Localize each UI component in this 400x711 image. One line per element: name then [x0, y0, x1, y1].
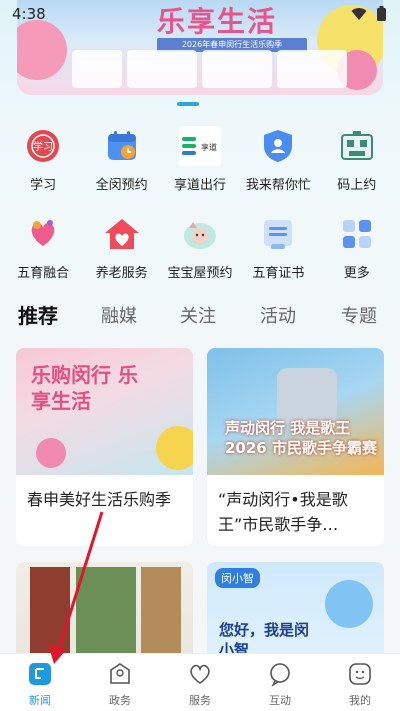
grid-item-education[interactable]: 五育融合 [4, 210, 82, 298]
grid-label: 我来帮你忙 [245, 178, 311, 193]
card-image [16, 562, 193, 662]
grid-label: 更多 [343, 266, 370, 281]
tabbar-profile[interactable]: 我的 [320, 654, 400, 711]
card-title: “声动闵行•我是歌王”市民歌手争… [218, 490, 348, 534]
service-grid-row: 五育融合 养老服务 宝宝屋预约 五育证书 更多 [0, 210, 400, 298]
tabbar-interaction[interactable]: 互动 [240, 654, 320, 711]
calendar-icon [102, 126, 142, 166]
tabbar-label: 服务 [189, 694, 211, 707]
ride-logo-text: 享道 [201, 142, 217, 152]
grid-label: 宝宝屋预约 [167, 266, 233, 281]
card-decoration [76, 567, 136, 657]
svg-text:学习: 学习 [33, 140, 53, 153]
service-grid-row: 学习 学习 全闵预约 享道 享道出行 我来帮你忙 码上约 [0, 122, 400, 210]
content-tabs: 推荐 融媒 关注 活动 专题 [0, 300, 400, 334]
elderly-house-icon [102, 214, 142, 254]
service-heart-icon [186, 660, 214, 688]
more-grid-icon [337, 214, 377, 254]
interaction-icon [266, 660, 294, 688]
status-time: 4:38 [12, 5, 46, 23]
news-card[interactable] [16, 562, 193, 662]
news-card[interactable]: 声动闵行 我是歌王 2026 市民歌手争霸赛 “声动闵行•我是歌王”市民歌手争… [207, 348, 384, 546]
grid-label: 码上约 [337, 178, 377, 193]
certificate-icon [258, 214, 298, 254]
battery-icon [377, 6, 386, 21]
grid-label: 养老服务 [95, 266, 148, 281]
baby-icon [180, 214, 220, 254]
government-icon [106, 660, 134, 688]
assistant-mascot [325, 580, 373, 628]
banner-info-card [277, 50, 347, 88]
bottom-tab-bar: 新闻 政务 服务 互动 我的 [0, 653, 400, 711]
grid-item-qr-booking[interactable]: 码上约 [318, 122, 396, 210]
card-title: 春申美好生活乐购季 [27, 490, 172, 509]
grid-item-booking[interactable]: 全闵预约 [83, 122, 161, 210]
card-image: 声动闵行 我是歌王 2026 市民歌手争霸赛 [207, 348, 384, 475]
banner-info-card [127, 50, 197, 88]
news-card[interactable]: 乐购闵行 乐享生活 春申美好生活乐购季 [16, 348, 193, 546]
ride-icon: 享道 [178, 126, 221, 166]
tabbar-government[interactable]: 政务 [80, 654, 160, 711]
grid-item-help[interactable]: 我来帮你忙 [239, 122, 317, 210]
tab-topics[interactable]: 专题 [341, 302, 377, 328]
grid-item-baby[interactable]: 宝宝屋预约 [161, 210, 239, 298]
tabbar-service[interactable]: 服务 [160, 654, 240, 711]
tab-recommend[interactable]: 推荐 [18, 300, 58, 329]
card-decoration [156, 426, 193, 470]
study-icon: 学习 [23, 126, 63, 166]
banner-decoration [17, 20, 67, 80]
card-image-text: 声动闵行 我是歌王 2026 市民歌手争霸赛 [225, 419, 377, 457]
service-grid: 学习 学习 全闵预约 享道 享道出行 我来帮你忙 码上约 五育融合 养老服务 宝… [0, 122, 400, 298]
card-decoration [277, 368, 337, 423]
tabbar-label: 政务 [109, 694, 131, 707]
news-icon [26, 660, 54, 688]
grid-item-certificate[interactable]: 五育证书 [239, 210, 317, 298]
grid-label: 学习 [30, 178, 57, 193]
card-decoration [30, 567, 70, 657]
banner-info-card [202, 50, 272, 88]
tabbar-news[interactable]: 新闻 [0, 654, 80, 711]
status-bar: 4:38 [0, 0, 400, 28]
tabbar-label: 互动 [269, 694, 291, 707]
status-icons [351, 6, 386, 21]
banner-page-indicator [177, 102, 199, 106]
banner-info-card [72, 50, 122, 88]
grid-label: 全闵预约 [95, 178, 148, 193]
card-image: 闵小智 您好，我是闵小智 [207, 562, 384, 662]
grid-item-ride[interactable]: 享道 享道出行 [161, 122, 239, 210]
card-decoration [141, 567, 181, 657]
tab-follow[interactable]: 关注 [180, 302, 216, 328]
help-shield-icon [258, 126, 298, 166]
profile-icon [346, 660, 374, 688]
education-icon [23, 214, 63, 254]
news-card[interactable]: 闵小智 您好，我是闵小智 [207, 562, 384, 662]
grid-label: 五育证书 [252, 266, 305, 281]
grid-label: 五育融合 [17, 266, 70, 281]
grid-item-study[interactable]: 学习 学习 [4, 122, 82, 210]
qr-booking-icon [337, 126, 377, 166]
card-image: 乐购闵行 乐享生活 [16, 348, 193, 475]
tabbar-label: 新闻 [29, 694, 51, 707]
grid-item-more[interactable]: 更多 [318, 210, 396, 298]
card-badge: 闵小智 [215, 568, 260, 588]
card-image-text: 乐购闵行 乐享生活 [31, 363, 138, 413]
wifi-icon [351, 7, 367, 20]
tab-media[interactable]: 融媒 [101, 302, 137, 328]
tab-events[interactable]: 活动 [260, 302, 296, 328]
tabbar-label: 我的 [349, 694, 371, 707]
card-decoration [36, 438, 66, 468]
grid-item-elderly[interactable]: 养老服务 [83, 210, 161, 298]
grid-label: 享道出行 [173, 178, 226, 193]
